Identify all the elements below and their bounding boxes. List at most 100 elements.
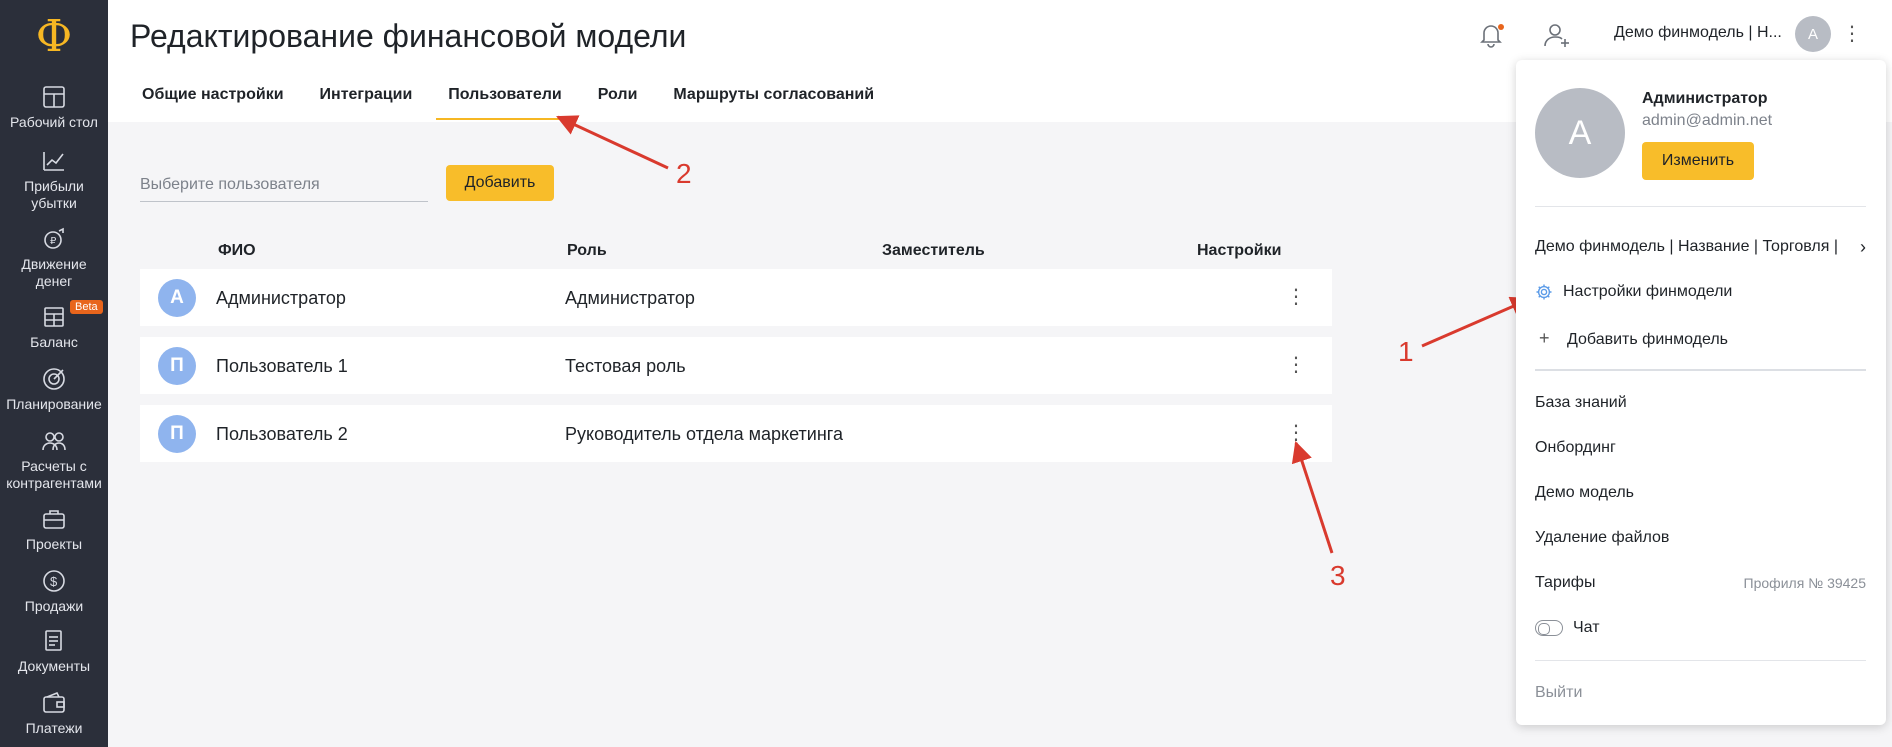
column-header-role: Роль — [567, 242, 607, 259]
menu-item-onboarding[interactable]: Онбординг — [1535, 439, 1866, 457]
sidebar-item-balance[interactable]: Beta Баланс — [0, 300, 108, 351]
sidebar-item-pnl[interactable]: Прибыли убытки — [0, 148, 108, 212]
column-header-deputy: Заместитель — [882, 242, 985, 259]
row-avatar: П — [158, 347, 196, 385]
sidebar-item-projects[interactable]: Проекты — [0, 506, 108, 553]
plus-icon: + — [1539, 328, 1550, 348]
sidebar-item-payments[interactable]: Платежи — [0, 690, 108, 737]
row-more-icon[interactable]: ⋮ — [1286, 419, 1306, 447]
tabs: Общие настройки Интеграции Пользователи … — [130, 86, 898, 120]
user-select[interactable] — [140, 168, 428, 202]
table-row[interactable]: П Пользователь 2 Руководитель отдела мар… — [140, 405, 1332, 462]
sidebar-item-label: Планирование — [6, 396, 102, 412]
app-logo[interactable]: Ф — [0, 8, 108, 64]
menu-item-tariffs[interactable]: Тарифы Профиля № 39425 — [1535, 574, 1866, 592]
notifications-button[interactable] — [1476, 20, 1506, 50]
sidebar-item-sales[interactable]: $ Продажи — [0, 568, 108, 615]
chevron-right-icon: › — [1860, 237, 1866, 257]
dashboard-icon — [41, 84, 67, 110]
sidebar-item-label: Документы — [17, 658, 91, 674]
briefcase-icon — [41, 506, 67, 532]
header-more-icon[interactable]: ⋮ — [1842, 22, 1862, 46]
divider — [1535, 369, 1866, 371]
sidebar-item-label: Проекты — [25, 536, 83, 552]
contacts-icon — [41, 428, 67, 454]
annotation-label-2: 2 — [676, 158, 692, 189]
table-row[interactable]: П Пользователь 1 Тестовая роль ⋮ — [140, 337, 1332, 394]
arrow-2 — [556, 115, 669, 170]
sidebar-item-label: Расчеты с контрагентами — [6, 458, 102, 491]
divider — [1535, 206, 1866, 207]
tab-users[interactable]: Пользователи — [436, 86, 574, 120]
annotation-label-1: 1 — [1398, 336, 1414, 367]
sidebar-item-label: Продажи — [24, 598, 84, 614]
balance-icon — [41, 304, 67, 330]
add-user-button[interactable] — [1542, 20, 1572, 50]
dollar-icon: $ — [41, 568, 67, 594]
arrow-1 — [1421, 296, 1532, 348]
cell-role: Администратор — [565, 288, 695, 308]
sidebar-item-documents[interactable]: Документы — [0, 628, 108, 675]
target-icon — [41, 366, 67, 392]
svg-text:₽: ₽ — [50, 236, 57, 247]
row-avatar: П — [158, 415, 196, 453]
sidebar-item-label: Баланс — [30, 334, 78, 350]
svg-text:$: $ — [50, 574, 58, 589]
sidebar-item-cash-flow[interactable]: ₽ Движение денег — [0, 226, 108, 290]
add-model-label: Добавить финмодель — [1567, 331, 1729, 348]
menu-item-demo-model[interactable]: Демо модель — [1535, 484, 1866, 502]
row-more-icon[interactable]: ⋮ — [1286, 351, 1306, 379]
row-avatar: А — [158, 279, 196, 317]
tariffs-label: Тарифы — [1535, 574, 1596, 591]
annotation-label-3: 3 — [1330, 560, 1346, 591]
gear-icon — [1536, 284, 1552, 300]
table-row[interactable]: А Администратор Администратор ⋮ — [140, 269, 1332, 326]
user-avatar[interactable]: A — [1795, 16, 1831, 52]
documents-icon — [41, 628, 67, 654]
page-title: Редактирование финансовой модели — [130, 18, 687, 54]
add-user-icon — [1544, 24, 1569, 47]
sidebar-item-counterparties[interactable]: Расчеты с контрагентами — [0, 428, 108, 492]
profile-number: Профиля № 39425 — [1743, 575, 1866, 591]
column-header-name: ФИО — [218, 242, 256, 259]
sidebar-item-planning[interactable]: Планирование — [0, 366, 108, 413]
profile-dropdown: A Администратор admin@admin.net Изменить… — [1516, 60, 1886, 725]
cell-name: Администратор — [216, 288, 346, 308]
divider — [1535, 660, 1866, 661]
menu-item-delete-files[interactable]: Удаление файлов — [1535, 529, 1866, 547]
cell-role: Тестовая роль — [565, 356, 686, 376]
profile-avatar: A — [1535, 88, 1625, 178]
profile-email: admin@admin.net — [1642, 112, 1773, 129]
current-model-label: Демо финмодель | Название | Торговля | — [1535, 238, 1838, 255]
user-select-input[interactable] — [140, 168, 428, 201]
add-user-to-model-button[interactable]: Добавить — [446, 165, 554, 201]
model-settings-label: Настройки финмодели — [1563, 283, 1733, 301]
tab-approval-routes[interactable]: Маршруты согласований — [661, 86, 886, 120]
profile-name: Администратор — [1642, 90, 1768, 107]
chat-toggle[interactable] — [1535, 619, 1563, 636]
edit-profile-button[interactable]: Изменить — [1642, 142, 1754, 180]
tab-roles[interactable]: Роли — [586, 86, 650, 120]
cash-flow-icon: ₽ — [41, 226, 67, 252]
chat-toggle-item[interactable]: Чат — [1535, 619, 1866, 637]
row-more-icon[interactable]: ⋮ — [1286, 283, 1306, 311]
column-header-settings: Настройки — [1197, 242, 1282, 259]
sidebar-item-label: Платежи — [25, 720, 83, 736]
current-model-selector[interactable]: Демо финмодель | Н... — [1614, 24, 1782, 42]
logout-item[interactable]: Выйти — [1535, 684, 1866, 702]
sidebar-item-dashboard[interactable]: Рабочий стол — [0, 84, 108, 131]
menu-item-knowledge-base[interactable]: База знаний — [1535, 394, 1866, 412]
chart-icon — [41, 148, 67, 174]
model-settings-item[interactable]: Настройки финмодели — [1535, 283, 1866, 301]
chat-label: Чат — [1573, 619, 1600, 636]
notification-dot — [1498, 24, 1504, 30]
wallet-icon — [41, 690, 67, 716]
sidebar-item-label: Рабочий стол — [10, 114, 98, 130]
tab-general-settings[interactable]: Общие настройки — [130, 86, 296, 120]
cell-role: Руководитель отдела маркетинга — [565, 424, 843, 444]
tab-integrations[interactable]: Интеграции — [308, 86, 425, 120]
current-model-item[interactable]: Демо финмодель | Название | Торговля | › — [1535, 238, 1866, 256]
add-model-item[interactable]: + Добавить финмодель — [1535, 328, 1866, 349]
sidebar-item-label: Прибыли убытки — [24, 178, 84, 211]
cell-name: Пользователь 1 — [216, 356, 348, 376]
